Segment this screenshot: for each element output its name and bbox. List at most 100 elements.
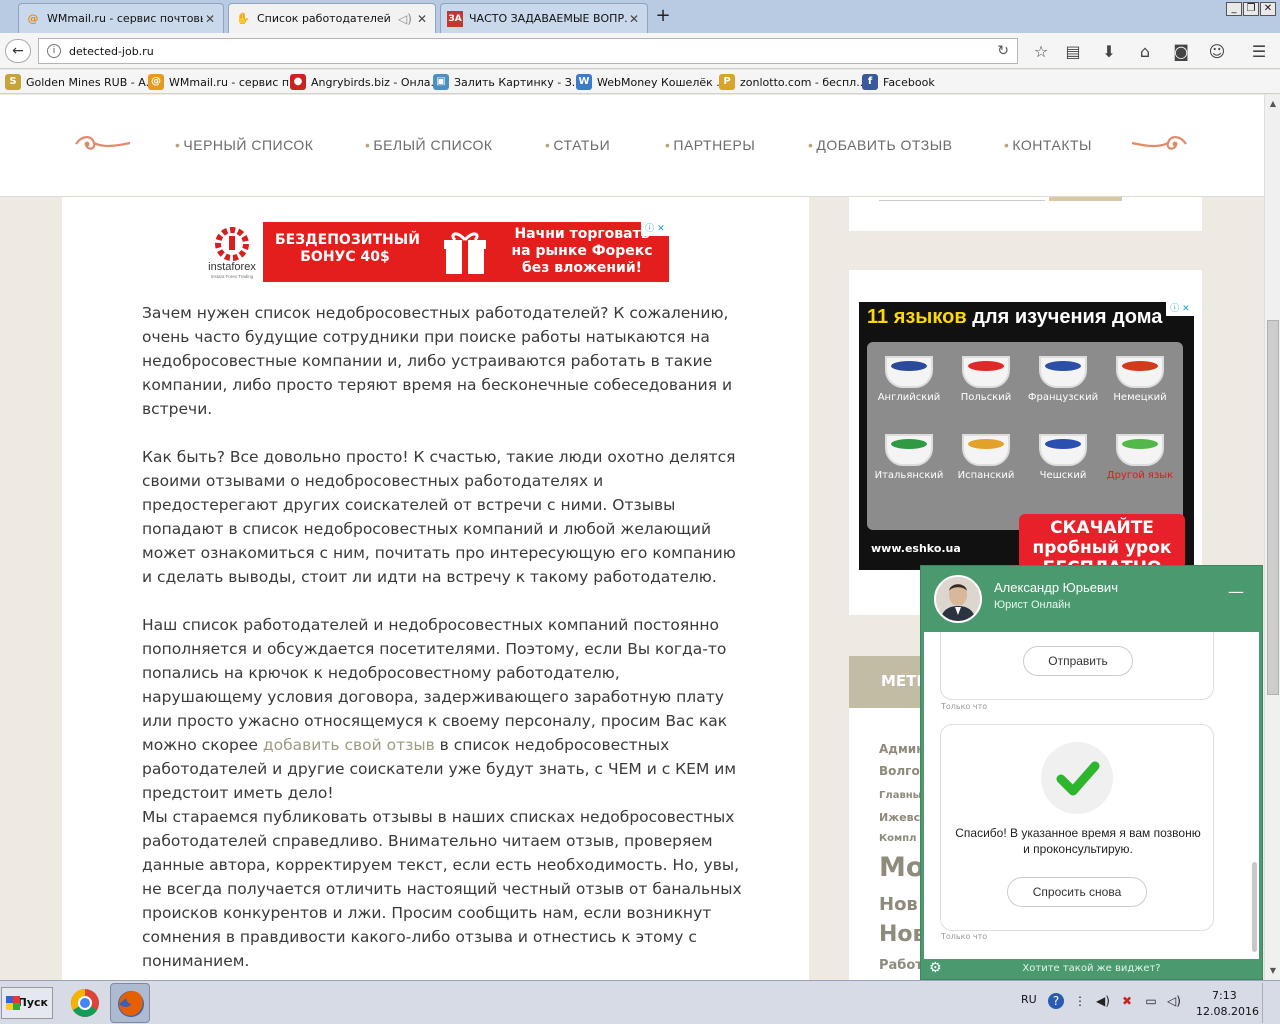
bookmark-item[interactable]: P zonlotto.com - беспл... xyxy=(719,73,867,91)
ad-choices-icon[interactable]: ⓘ ✕ xyxy=(641,222,669,236)
nav-add-review[interactable]: • ДОБАВИТЬ ОТЗЫВ xyxy=(808,137,953,153)
ad-download-button[interactable]: СКАЧАЙТЕ пробный урок БЕСПЛАТНО xyxy=(1019,514,1185,570)
tray-expand-icon[interactable]: ⋮ xyxy=(1072,993,1088,1009)
nav-whitelist[interactable]: • БЕЛЫЙ СПИСОК xyxy=(365,137,493,153)
bookmark-favicon-icon: S xyxy=(5,74,21,90)
nav-contacts[interactable]: • КОНТАКТЫ xyxy=(1004,137,1092,153)
close-tab-icon[interactable]: ✕ xyxy=(203,12,217,26)
close-tab-icon[interactable]: ✕ xyxy=(627,12,641,26)
tag-link[interactable]: Работ xyxy=(879,958,923,973)
send-button[interactable]: Отправить xyxy=(1023,646,1133,676)
scroll-down-icon[interactable]: ▼ xyxy=(1267,965,1279,977)
tab-title: Список работодателей xyxy=(257,12,391,25)
ad-choices-icon[interactable]: ⓘ ✕ xyxy=(1166,302,1194,316)
sidebar-search-input[interactable] xyxy=(879,197,1045,201)
scroll-up-icon[interactable]: ▲ xyxy=(1267,98,1279,110)
sound-icon[interactable]: ◁) xyxy=(1166,993,1182,1009)
new-tab-button[interactable]: + xyxy=(652,5,674,27)
tag-link[interactable]: Нов xyxy=(879,894,918,915)
main-content: instaforex Instant Forex Trading БЕЗДЕПО… xyxy=(62,197,809,980)
reload-icon[interactable]: ↻ xyxy=(997,43,1009,59)
teacup-icon xyxy=(1116,434,1164,466)
ask-again-button[interactable]: Спросить снова xyxy=(1007,877,1147,907)
download-icon[interactable]: ⬇ xyxy=(1098,41,1120,63)
chat-icon[interactable]: ☺ xyxy=(1206,41,1228,63)
address-bar[interactable]: i detected-job.ru ↻ xyxy=(38,38,1018,64)
bookmark-label: Залить Картинку - З... xyxy=(454,75,583,89)
tag-link[interactable]: Волго xyxy=(879,764,920,778)
nav-label: ДОБАВИТЬ ОТЗЫВ xyxy=(816,137,953,153)
tag-link[interactable]: Главны xyxy=(879,790,922,801)
nav-label: КОНТАКТЫ xyxy=(1012,137,1092,153)
tag-link[interactable]: Компл xyxy=(879,833,916,844)
chrome-taskbar-icon[interactable] xyxy=(65,983,105,1023)
nav-articles[interactable]: • СТАТЬИ xyxy=(545,137,610,153)
bookmark-item[interactable]: W WebMoney Кошелёк ... xyxy=(576,73,727,91)
nav-partners[interactable]: • ПАРТНЕРЫ xyxy=(665,137,755,153)
sidebar-search-block xyxy=(849,197,1202,231)
bookmark-item[interactable]: ● Angrybirds.biz - Онла... xyxy=(290,73,441,91)
site-info-icon[interactable]: i xyxy=(47,44,61,58)
tab-bar: @ WMmail.ru - сервис почтовы... ✕ ✋ Спис… xyxy=(0,0,1280,33)
bookmark-star-icon[interactable]: ☆ xyxy=(1030,41,1052,63)
bookmark-item[interactable]: @ WMmail.ru - сервис п... xyxy=(148,73,300,91)
nav-label: ПАРТНЕРЫ xyxy=(673,137,756,153)
speaker-icon[interactable]: ◁) xyxy=(395,12,415,26)
close-window-button[interactable]: ✕ xyxy=(1260,2,1276,16)
cup-spanish: Испанский xyxy=(948,434,1024,481)
instaforex-brand: instaforex xyxy=(208,261,256,273)
pocket-icon[interactable]: ◙ xyxy=(1170,41,1192,63)
bookmark-item[interactable]: f Facebook xyxy=(862,73,935,91)
gear-logo-icon: instaforex Instant Forex Trading xyxy=(208,227,256,279)
tag-link[interactable]: Админ xyxy=(879,742,925,756)
ad-headline-rest: для изучения дома xyxy=(972,306,1163,328)
tag-link[interactable]: Мо xyxy=(879,852,924,883)
widget-promo-link[interactable]: Хотите такой же виджет? xyxy=(921,963,1262,974)
back-button[interactable]: ← xyxy=(5,39,31,63)
close-tab-icon[interactable]: ✕ xyxy=(415,12,429,26)
at-icon: @ xyxy=(27,11,39,25)
ornament-left-icon xyxy=(75,136,131,150)
tab-faq[interactable]: ЗА ЧАСТО ЗАДАВАЕМЫЕ ВОПР... ✕ xyxy=(440,3,648,33)
volume-icon[interactable]: ◀) xyxy=(1095,993,1111,1009)
scrollbar-thumb[interactable] xyxy=(1267,320,1279,695)
tag-link[interactable]: Ижевс xyxy=(879,811,920,824)
firefox-taskbar-icon[interactable] xyxy=(110,983,150,1023)
bookmark-item[interactable]: S Golden Mines RUB - A... xyxy=(5,73,156,91)
instaforex-ad-banner[interactable]: instaforex Instant Forex Trading БЕЗДЕПО… xyxy=(201,222,669,282)
navigation-toolbar: ← i detected-job.ru ↻ ☆ ▤ ⬇ ⌂ ◙ ☺ ☰ xyxy=(0,33,1280,69)
reading-list-icon[interactable]: ▤ xyxy=(1062,41,1084,63)
network-warning-icon[interactable]: ✖ xyxy=(1119,993,1135,1009)
start-button[interactable]: Пуск xyxy=(1,987,53,1019)
facebook-icon: f xyxy=(862,74,878,90)
tab-employers-list[interactable]: ✋ Список работодателей ◁) ✕ xyxy=(228,3,436,33)
language-indicator[interactable]: RU xyxy=(1021,993,1037,1006)
show-desktop-button[interactable] xyxy=(1262,983,1278,1023)
tab-title: WMmail.ru - сервис почтовы... xyxy=(47,12,203,25)
language-label: Испанский xyxy=(957,470,1015,481)
help-icon[interactable]: ? xyxy=(1048,993,1064,1009)
bookmark-label: zonlotto.com - беспл... xyxy=(740,75,867,89)
bookmark-favicon-icon: @ xyxy=(148,74,164,90)
eshko-language-ad[interactable]: 11 языков для изучения дома Английский П… xyxy=(859,302,1194,570)
add-review-link[interactable]: добавить свой отзыв xyxy=(263,736,435,754)
page-scrollbar[interactable]: ▲ ▼ xyxy=(1264,95,1280,980)
start-label: Пуск xyxy=(17,996,48,1009)
minimize-chat-button[interactable]: — xyxy=(1228,582,1244,601)
bookmark-label: Golden Mines RUB - A... xyxy=(26,75,157,89)
restore-window-button[interactable]: ❐ xyxy=(1243,2,1259,16)
chat-scrollbar-thumb[interactable] xyxy=(1252,862,1257,952)
tab-wmmail[interactable]: @ WMmail.ru - сервис почтовы... ✕ xyxy=(18,3,224,33)
bookmark-favicon-icon: ▣ xyxy=(433,74,449,90)
chat-message-bubble: Отправить xyxy=(940,632,1214,700)
home-icon[interactable]: ⌂ xyxy=(1134,41,1156,63)
nav-blacklist[interactable]: • ЧЕРНЫЙ СПИСОК xyxy=(175,137,313,153)
bookmark-label: Facebook xyxy=(883,75,935,89)
bookmark-item[interactable]: ▣ Залить Картинку - З... xyxy=(433,73,582,91)
monitor-icon[interactable]: ▭ xyxy=(1143,993,1159,1009)
minimize-window-button[interactable]: _ xyxy=(1226,2,1242,16)
cup-english: Английский xyxy=(871,356,947,403)
ad-headline-accent: 11 языков xyxy=(867,306,967,328)
menu-icon[interactable]: ☰ xyxy=(1248,41,1270,63)
sidebar-search-button[interactable] xyxy=(1049,197,1122,201)
